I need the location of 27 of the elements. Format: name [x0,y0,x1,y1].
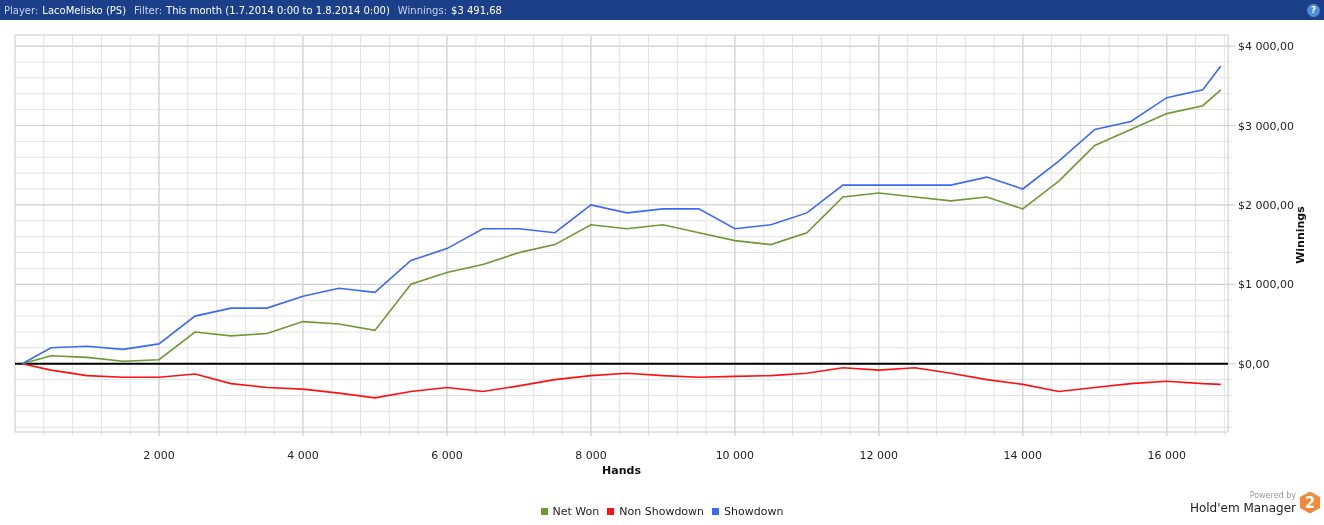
x-tick-label: 16 000 [1147,449,1187,462]
y-tick-label: $1 000,00 [1238,278,1294,292]
logo-badge: 2 [1300,491,1320,514]
field-label: Winnings: [397,4,447,16]
field-value: $3 491,68 [451,4,502,16]
legend-label[interactable]: Showdown [724,505,784,518]
field-value: LacoMelisko (PS) [42,4,127,16]
x-tick-label: 14 000 [1003,449,1043,462]
x-tick-label: 12 000 [859,449,899,462]
field-value: This month (1.7.2014 0:00 to 1.8.2014 0:00) [166,4,390,16]
y-tick-label: $2 000,00 [1238,198,1294,212]
powered-by-text: Powered by [1249,490,1296,501]
x-tick-label: 6 000 [431,449,463,462]
x-tick-label: 2 000 [143,449,175,462]
x-axis-title: Hands [602,464,641,477]
field-label: Filter: [134,4,163,16]
legend-label[interactable]: Non Showdown [619,505,705,518]
x-tick-label: 8 000 [575,449,607,462]
product-name: Hold'em Manager [1189,500,1296,515]
x-tick-label: 10 000 [715,449,755,462]
x-tick-label: 4 000 [287,449,319,462]
legend-label[interactable]: Net Won [552,505,600,518]
field-label: Player: [4,4,39,16]
y-tick-label: $3 000,00 [1238,119,1294,133]
y-tick-label: $0,00 [1238,357,1270,371]
y-tick-label: $4 000,00 [1238,40,1294,54]
y-axis-title: Winnings [1294,206,1307,264]
